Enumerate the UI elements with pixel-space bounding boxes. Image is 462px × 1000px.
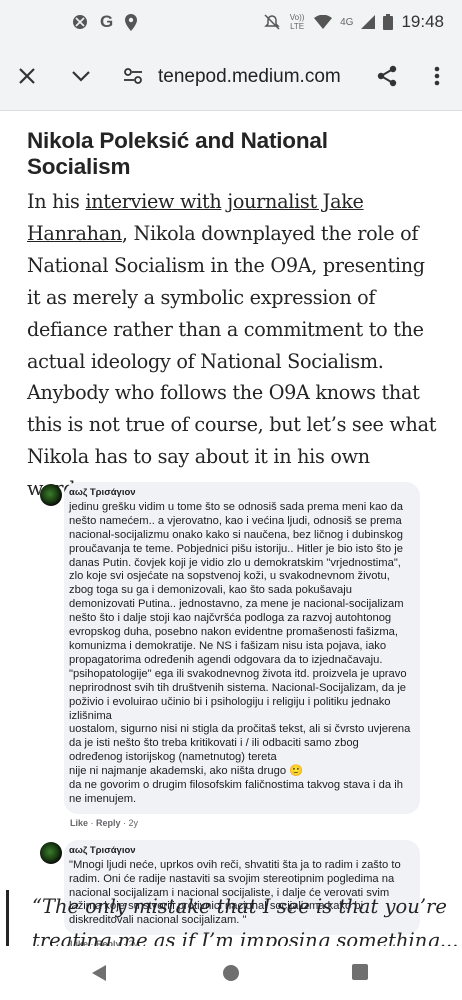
site-settings-button[interactable] [118,61,148,91]
browser-toolbar: tenepod.medium.com [0,44,462,111]
url-domain[interactable]: tenepod.medium.com [158,66,341,88]
comment-actions: Like · Reply · 2y [70,817,139,828]
paragraph-lead: In his [27,190,86,213]
more-options-button[interactable] [422,61,452,91]
nav-back-icon [92,965,106,981]
nav-recents-button[interactable] [352,964,368,986]
like-link: Like [70,817,89,828]
close-tab-button[interactable] [12,61,42,91]
volte-label: Vo)) LTE [289,13,305,31]
close-icon [19,68,35,84]
no-disturb-icon [73,15,87,29]
nav-home-icon [223,965,239,981]
share-icon [377,65,397,87]
status-left-icons: G [72,12,138,31]
article-body: Nikola Poleksić and National Socialism I… [27,128,437,505]
google-icon: G [100,12,114,31]
network-label: 4G [340,16,354,28]
site-settings-icon [124,68,142,84]
comment: αωζ Τρισάγιον jedinu grešku vidim u tome… [40,482,420,828]
system-nav-bar [0,946,462,1000]
article-paragraph: In his interview with journalist Jake Ha… [27,186,437,505]
comment-author: αωζ Τρισάγιον [69,844,136,856]
nav-recents-icon [352,964,368,980]
comment-author: αωζ Τρισάγιον [69,487,136,498]
section-heading: Nikola Poleksić and National Socialism [27,128,328,179]
comment-text: jedinu grešku vidim u tome što se odnosi… [69,500,411,805]
mute-icon [264,14,280,30]
status-bar: G Vo)) LTE 4G 19:48 [0,0,462,44]
paragraph-body: , Nikola downplayed the role of National… [27,221,437,500]
battery-icon [383,14,394,30]
clock: 19:48 [401,12,444,31]
comment-bubble: αωζ Τρισάγιον jedinu grešku vidim u tome… [64,482,420,814]
more-vert-icon [434,66,440,86]
interview-link[interactable]: interview with [85,190,221,213]
avatar [40,484,62,506]
signal-icon [361,15,376,29]
location-icon [125,13,138,31]
share-button[interactable] [372,61,402,91]
chevron-down-icon [72,71,90,82]
comment-age: 2y [128,817,139,828]
wifi-icon [314,15,333,29]
nav-home-button[interactable] [222,964,240,988]
avatar [40,841,62,864]
reply-link: Reply [96,817,121,828]
status-right-icons: Vo)) LTE 4G 19:48 [264,12,444,32]
nav-back-button[interactable] [90,964,108,988]
minimize-button[interactable] [66,61,96,91]
